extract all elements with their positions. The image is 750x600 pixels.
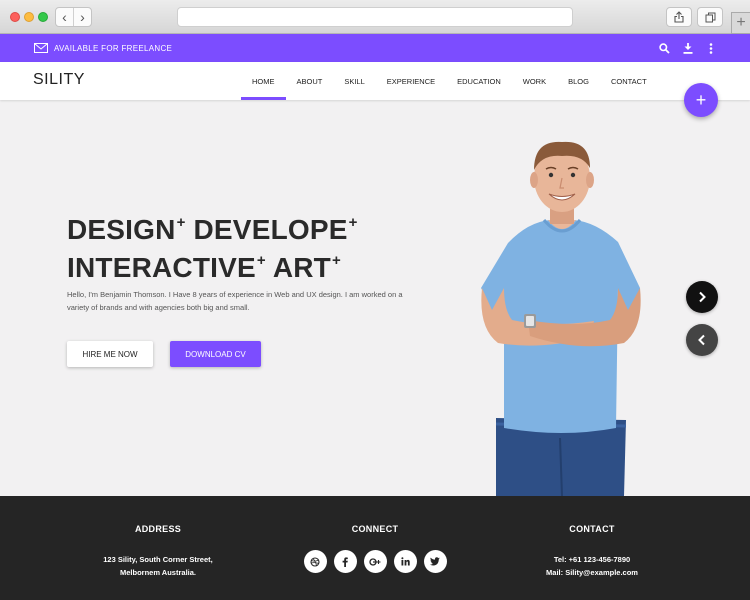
plus-mark: + <box>331 252 341 269</box>
social-links <box>300 550 450 573</box>
site-logo[interactable]: SILITY <box>33 71 85 89</box>
footer-contact-title: CONTACT <box>569 524 615 534</box>
plus-mark: + <box>176 214 186 231</box>
linkedin-icon <box>400 557 410 566</box>
tabs-icon <box>705 12 715 22</box>
nav-item-experience[interactable]: EXPERIENCE <box>376 62 446 100</box>
forward-button[interactable]: › <box>74 8 91 26</box>
more-vertical-icon <box>709 42 713 54</box>
footer-connect: CONNECT <box>300 496 450 573</box>
browser-chrome: ‹ › + <box>0 0 750 34</box>
dribbble-icon <box>310 556 320 567</box>
contact-phone[interactable]: Tel: +61 123-456-7890 <box>522 553 662 566</box>
twitter-icon <box>430 557 440 566</box>
headline-word-interactive: INTERACTIVE <box>67 252 256 283</box>
footer-address-title: ADDRESS <box>134 524 182 534</box>
address-bar[interactable] <box>177 7 573 27</box>
plus-mark: + <box>256 252 266 269</box>
chevron-left-icon <box>698 334 705 346</box>
dribbble-link[interactable] <box>303 550 327 573</box>
slider-next-button[interactable] <box>686 281 718 313</box>
download-icon <box>683 42 693 54</box>
hero-headline: DESIGN+ DEVELOPE+ INTERACTIVE+ ART+ <box>67 207 447 283</box>
google-plus-link[interactable] <box>363 550 387 573</box>
more-options-button[interactable] <box>704 41 718 55</box>
mail-icon <box>34 43 48 53</box>
hire-me-button[interactable]: HIRE ME NOW <box>67 341 153 367</box>
linkedin-link[interactable] <box>393 550 417 573</box>
google-plus-icon <box>369 557 381 566</box>
back-button[interactable]: ‹ <box>56 8 74 26</box>
profile-photo <box>481 141 641 496</box>
nav-item-education[interactable]: EDUCATION <box>446 62 512 100</box>
headline-word-art: ART <box>272 252 331 283</box>
plus-mark: + <box>348 214 358 231</box>
close-window-button[interactable] <box>10 12 20 22</box>
contact-email[interactable]: Mail: Sility@example.com <box>522 566 662 579</box>
nav-item-blog[interactable]: BLOG <box>557 62 600 100</box>
nav-item-contact[interactable]: CONTACT <box>600 62 658 100</box>
share-button[interactable] <box>666 7 692 27</box>
maximize-window-button[interactable] <box>38 12 48 22</box>
hero-intro-text: Hello, I'm Benjamin Thomson. I Have 8 ye… <box>67 290 403 312</box>
headline-word-develope: DEVELOPE <box>193 214 348 245</box>
top-bar: AVAILABLE FOR FREELANCE <box>0 34 750 62</box>
nav-item-skill[interactable]: SKILL <box>333 62 375 100</box>
tabs-overview-button[interactable] <box>697 7 723 27</box>
share-icon <box>674 11 684 23</box>
add-fab-button[interactable]: + <box>684 83 718 117</box>
chevron-right-icon <box>699 291 706 303</box>
address-line-2: Melbornem Australia. <box>120 568 196 577</box>
headline-word-design: DESIGN <box>67 214 176 245</box>
facebook-icon <box>342 556 348 567</box>
new-tab-button[interactable]: + <box>731 12 750 34</box>
site-footer: ADDRESS 123 Sility, South Corner Street,… <box>0 496 750 600</box>
main-nav: HOME ABOUT SKILL EXPERIENCE EDUCATION WO… <box>241 62 658 100</box>
freelance-notice[interactable]: AVAILABLE FOR FREELANCE <box>34 34 172 62</box>
footer-address: ADDRESS 123 Sility, South Corner Street,… <box>88 496 228 579</box>
download-button[interactable] <box>681 41 695 55</box>
minimize-window-button[interactable] <box>24 12 34 22</box>
nav-item-about[interactable]: ABOUT <box>286 62 334 100</box>
slider-prev-button[interactable] <box>686 324 718 356</box>
facebook-link[interactable] <box>333 550 357 573</box>
search-button[interactable] <box>657 41 671 55</box>
twitter-link[interactable] <box>423 550 447 573</box>
download-cv-button[interactable]: DOWNLOAD CV <box>170 341 261 367</box>
footer-contact: CONTACT Tel: +61 123-456-7890 Mail: Sili… <box>522 496 662 579</box>
address-line-1: 123 Sility, South Corner Street, <box>103 555 213 564</box>
site-header: SILITY HOME ABOUT SKILL EXPERIENCE EDUCA… <box>0 62 750 100</box>
freelance-label: AVAILABLE FOR FREELANCE <box>54 43 173 53</box>
search-icon <box>658 42 670 54</box>
nav-item-work[interactable]: WORK <box>512 62 557 100</box>
history-nav: ‹ › <box>55 7 92 27</box>
footer-connect-title: CONNECT <box>351 524 399 534</box>
hero-section: DESIGN+ DEVELOPE+ INTERACTIVE+ ART+ Hell… <box>0 100 750 496</box>
nav-item-home[interactable]: HOME <box>241 62 286 100</box>
